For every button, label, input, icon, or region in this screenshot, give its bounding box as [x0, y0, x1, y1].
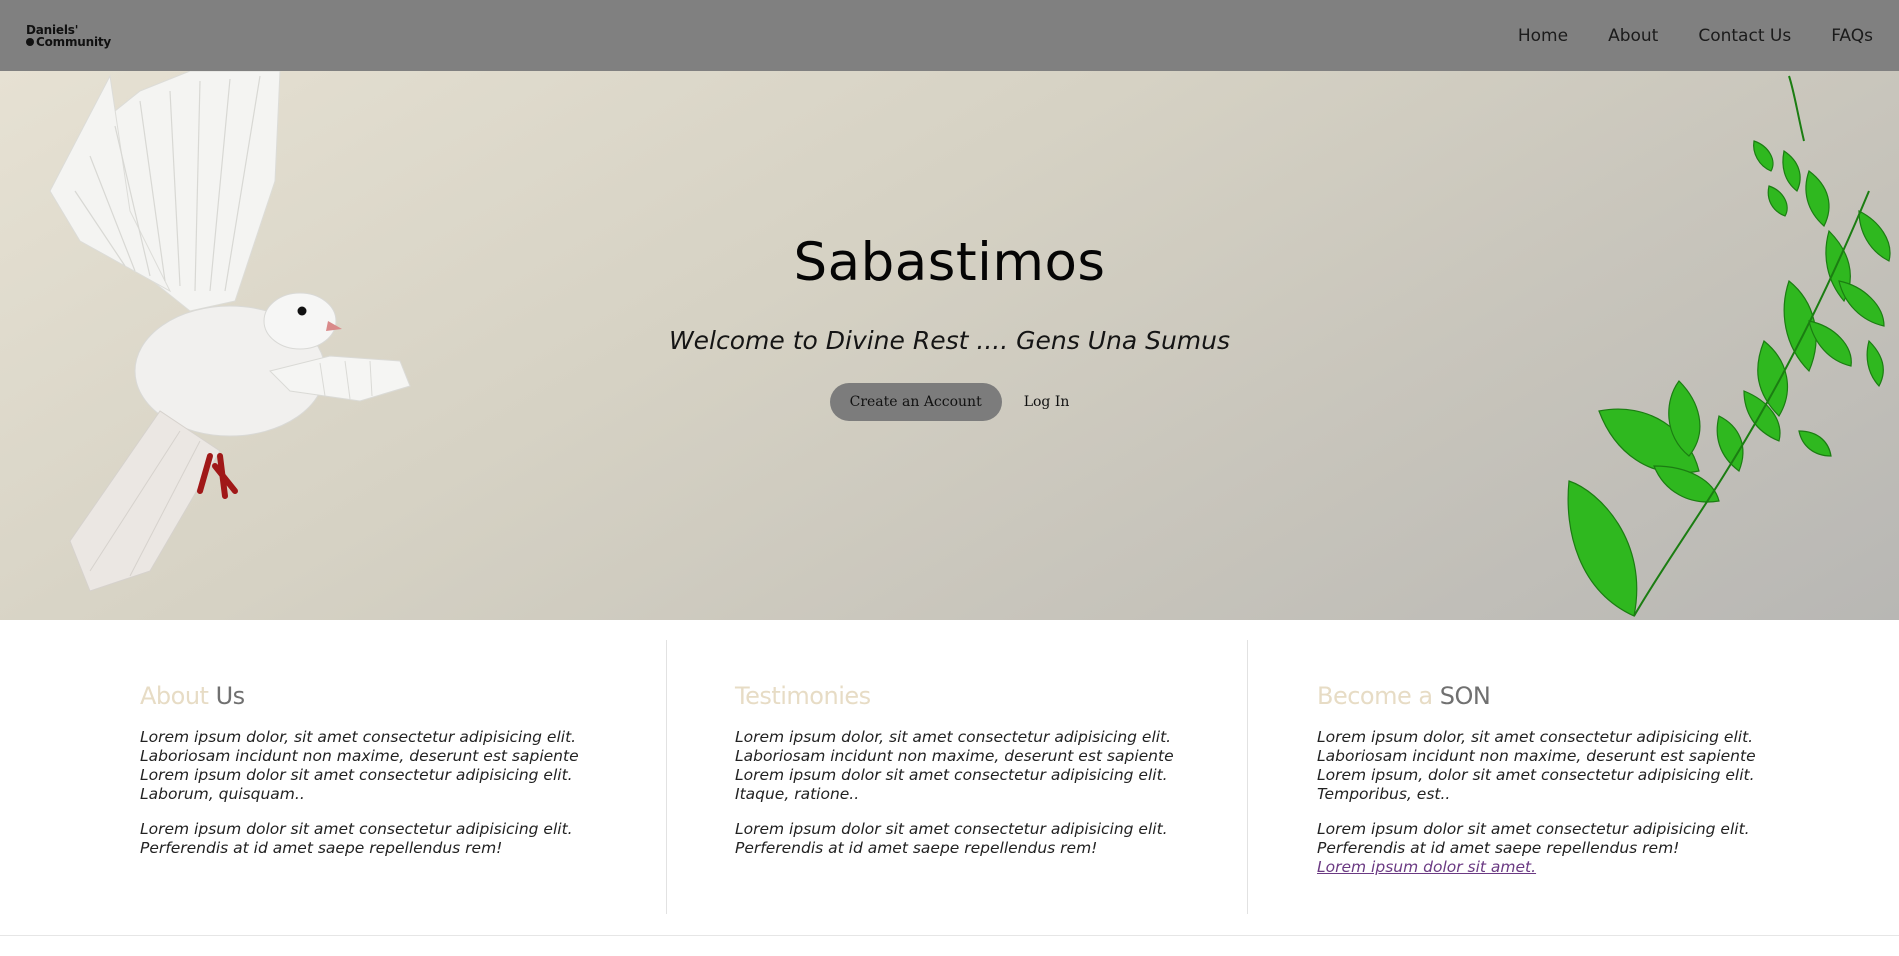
- become-son-paragraph-2-text: Lorem ipsum dolor sit amet consectetur a…: [1317, 820, 1750, 857]
- testimonies-heading: Testimonies: [735, 682, 1175, 710]
- testimonies-column: Testimonies Lorem ipsum dolor, sit amet …: [735, 640, 1175, 914]
- about-heading-accent: About: [140, 682, 209, 710]
- hero-subtitle: Welcome to Divine Rest .... Gens Una Sum…: [668, 326, 1231, 355]
- become-son-heading: Become a SON: [1317, 682, 1757, 710]
- top-navbar: Daniels' Community Home About Contact Us…: [0, 0, 1899, 71]
- about-heading-main: Us: [215, 682, 246, 710]
- nav-contact-us[interactable]: Contact Us: [1698, 26, 1791, 46]
- become-son-heading-accent: Become a: [1317, 682, 1433, 710]
- hero-title: Sabastimos: [793, 232, 1106, 293]
- logo-community-text: Community: [36, 34, 112, 49]
- about-paragraph-1: Lorem ipsum dolor, sit amet consectetur …: [140, 728, 579, 803]
- become-son-paragraph-1: Lorem ipsum dolor, sit amet consectetur …: [1317, 728, 1756, 803]
- logo-line-2: Community: [26, 36, 112, 48]
- become-son-link[interactable]: Lorem ipsum dolor sit amet.: [1317, 858, 1536, 876]
- hero-banner: Sabastimos Welcome to Divine Rest .... G…: [0, 71, 1899, 620]
- nav-home[interactable]: Home: [1518, 26, 1568, 46]
- column-divider-1: [666, 640, 667, 914]
- brand-logo[interactable]: Daniels' Community: [26, 23, 112, 49]
- become-son-paragraph-2: Lorem ipsum dolor sit amet consectetur a…: [1317, 820, 1757, 877]
- about-us-column: About Us Lorem ipsum dolor, sit amet con…: [140, 640, 600, 914]
- nav-about[interactable]: About: [1608, 26, 1658, 46]
- about-us-heading: About Us: [140, 682, 600, 710]
- dot-icon: [26, 37, 34, 46]
- create-account-button[interactable]: Create an Account: [829, 383, 1002, 421]
- nav-faqs[interactable]: FAQs: [1831, 26, 1873, 46]
- testimonies-heading-accent: Testimonies: [735, 682, 871, 710]
- log-in-button[interactable]: Log In: [1024, 394, 1070, 410]
- become-son-heading-main: SON: [1439, 682, 1491, 710]
- about-paragraph-2: Lorem ipsum dolor sit amet consectetur a…: [140, 820, 573, 857]
- hero-buttons: Create an Account Log In: [0, 383, 1899, 421]
- main-nav: Home About Contact Us FAQs: [1518, 26, 1873, 46]
- testimonies-paragraph-2: Lorem ipsum dolor sit amet consectetur a…: [735, 820, 1168, 857]
- testimonies-paragraph-1: Lorem ipsum dolor, sit amet consectetur …: [735, 728, 1174, 803]
- become-son-column: Become a SON Lorem ipsum dolor, sit amet…: [1317, 640, 1757, 914]
- feature-columns: About Us Lorem ipsum dolor, sit amet con…: [0, 620, 1899, 936]
- logo-line-1: Daniels': [26, 22, 79, 37]
- column-divider-2: [1247, 640, 1248, 914]
